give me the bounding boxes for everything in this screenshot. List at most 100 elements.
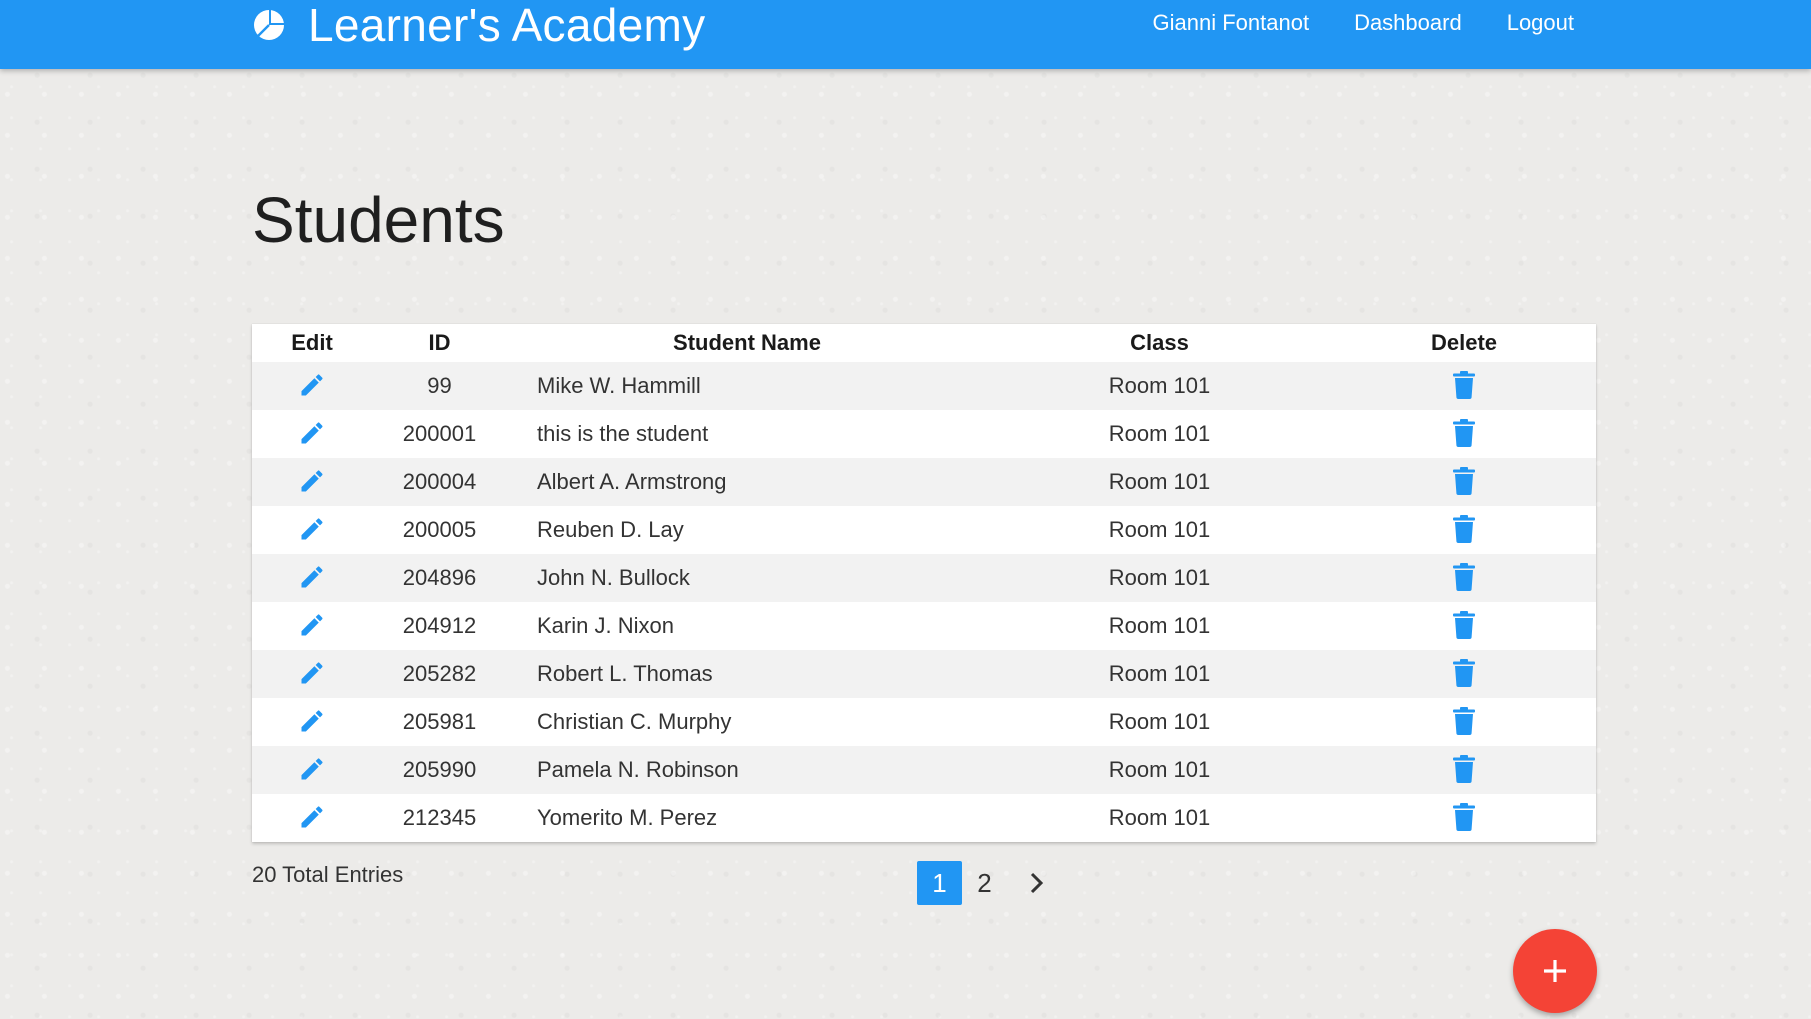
- edit-button[interactable]: [295, 608, 329, 642]
- table-header-row: Edit ID Student Name Class Delete: [252, 324, 1596, 362]
- trash-icon: [1453, 370, 1475, 399]
- nav-logout-link[interactable]: Logout: [1507, 10, 1574, 36]
- column-header-class: Class: [1130, 330, 1189, 355]
- total-entries: 20 Total Entries: [252, 862, 404, 887]
- student-name: Pamela N. Robinson: [537, 757, 739, 782]
- student-id: 205990: [402, 757, 477, 782]
- trash-icon: [1453, 706, 1475, 735]
- delete-button[interactable]: [1447, 416, 1481, 450]
- pencil-icon: [301, 613, 323, 635]
- trash-icon: [1453, 610, 1475, 639]
- student-id: 205981: [402, 709, 477, 734]
- edit-button[interactable]: [295, 800, 329, 834]
- students-table: Edit ID Student Name Class Delete 99 Mike…: [252, 324, 1596, 842]
- delete-button[interactable]: [1447, 656, 1481, 690]
- column-header-student-name: Student Name: [673, 330, 821, 355]
- edit-cell: [252, 410, 372, 458]
- top-navbar: Learner's Academy Gianni Fontanot Dashbo…: [0, 0, 1811, 69]
- table-row: 205282 Robert L. Thomas Room 101: [252, 650, 1596, 698]
- brand-title: Learner's Academy: [308, 0, 706, 51]
- student-name: this is the student: [537, 421, 709, 446]
- delete-button[interactable]: [1447, 752, 1481, 786]
- edit-button[interactable]: [295, 704, 329, 738]
- pencil-icon: [301, 709, 323, 731]
- column-header-delete: Delete: [1430, 330, 1498, 355]
- column-header-edit: Edit: [291, 330, 333, 355]
- edit-button[interactable]: [295, 512, 329, 546]
- edit-button[interactable]: [295, 464, 329, 498]
- delete-cell: [1332, 458, 1596, 506]
- delete-cell: [1332, 410, 1596, 458]
- pencil-icon: [301, 805, 323, 827]
- page-button-1[interactable]: 1: [917, 861, 962, 905]
- edit-button[interactable]: [295, 560, 329, 594]
- student-id: 200005: [402, 517, 477, 542]
- student-name: Karin J. Nixon: [537, 613, 674, 638]
- student-name: Reuben D. Lay: [537, 517, 684, 542]
- pencil-icon: [301, 661, 323, 683]
- pencil-icon: [301, 469, 323, 491]
- delete-cell: [1332, 602, 1596, 650]
- student-class: Room 101: [1108, 421, 1211, 446]
- trash-icon: [1453, 754, 1475, 783]
- edit-cell: [252, 602, 372, 650]
- delete-button[interactable]: [1447, 704, 1481, 738]
- student-name: Christian C. Murphy: [537, 709, 732, 734]
- table-row: 204912 Karin J. Nixon Room 101: [252, 602, 1596, 650]
- nav-user-link[interactable]: Gianni Fontanot: [1153, 10, 1310, 36]
- table-row: 200001 this is the student Room 101: [252, 410, 1596, 458]
- edit-button[interactable]: [295, 368, 329, 402]
- brand-link[interactable]: Learner's Academy: [252, 0, 705, 50]
- student-id: 204912: [402, 613, 477, 638]
- edit-cell: [252, 554, 372, 602]
- table-row: 205990 Pamela N. Robinson Room 101: [252, 746, 1596, 794]
- plus-icon: [1544, 960, 1566, 982]
- student-class: Room 101: [1108, 469, 1211, 494]
- edit-cell: [252, 458, 372, 506]
- delete-cell: [1332, 554, 1596, 602]
- edit-button[interactable]: [295, 752, 329, 786]
- pencil-icon: [301, 373, 323, 395]
- edit-cell: [252, 746, 372, 794]
- delete-button[interactable]: [1447, 608, 1481, 642]
- table-row: 212345 Yomerito M. Perez Room 101: [252, 794, 1596, 842]
- trash-icon: [1453, 802, 1475, 831]
- student-name: Yomerito M. Perez: [537, 805, 718, 830]
- page-title: Students: [252, 184, 505, 256]
- student-name: John N. Bullock: [537, 565, 690, 590]
- column-header-id: ID: [428, 330, 451, 355]
- edit-cell: [252, 698, 372, 746]
- student-name: Albert A. Armstrong: [537, 469, 727, 494]
- table-row: 200005 Reuben D. Lay Room 101: [252, 506, 1596, 554]
- pencil-icon: [301, 517, 323, 539]
- student-name: Robert L. Thomas: [537, 661, 713, 686]
- student-id: 205282: [402, 661, 477, 686]
- nav-dashboard-link[interactable]: Dashboard: [1354, 10, 1462, 36]
- table-row: 204896 John N. Bullock Room 101: [252, 554, 1596, 602]
- next-page-button[interactable]: [1007, 861, 1067, 905]
- pencil-icon: [301, 421, 323, 443]
- pencil-icon: [301, 757, 323, 779]
- student-class: Room 101: [1108, 757, 1211, 782]
- trash-icon: [1453, 562, 1475, 591]
- delete-button[interactable]: [1447, 464, 1481, 498]
- table-body: 99 Mike W. Hammill Room 101 200001 this is t…: [252, 362, 1596, 842]
- delete-cell: [1332, 506, 1596, 554]
- edit-cell: [252, 794, 372, 842]
- delete-button[interactable]: [1447, 800, 1481, 834]
- edit-button[interactable]: [295, 416, 329, 450]
- delete-cell: [1332, 650, 1596, 698]
- delete-button[interactable]: [1447, 368, 1481, 402]
- page-button-2[interactable]: 2: [962, 861, 1007, 905]
- trash-icon: [1453, 466, 1475, 495]
- student-class: Room 101: [1108, 613, 1211, 638]
- edit-button[interactable]: [295, 656, 329, 690]
- add-student-button[interactable]: [1513, 929, 1597, 1013]
- edit-cell: [252, 362, 372, 410]
- student-id: 204896: [402, 565, 477, 590]
- student-id: 212345: [402, 805, 477, 830]
- delete-cell: [1332, 362, 1596, 410]
- edit-cell: [252, 650, 372, 698]
- delete-button[interactable]: [1447, 512, 1481, 546]
- delete-button[interactable]: [1447, 560, 1481, 594]
